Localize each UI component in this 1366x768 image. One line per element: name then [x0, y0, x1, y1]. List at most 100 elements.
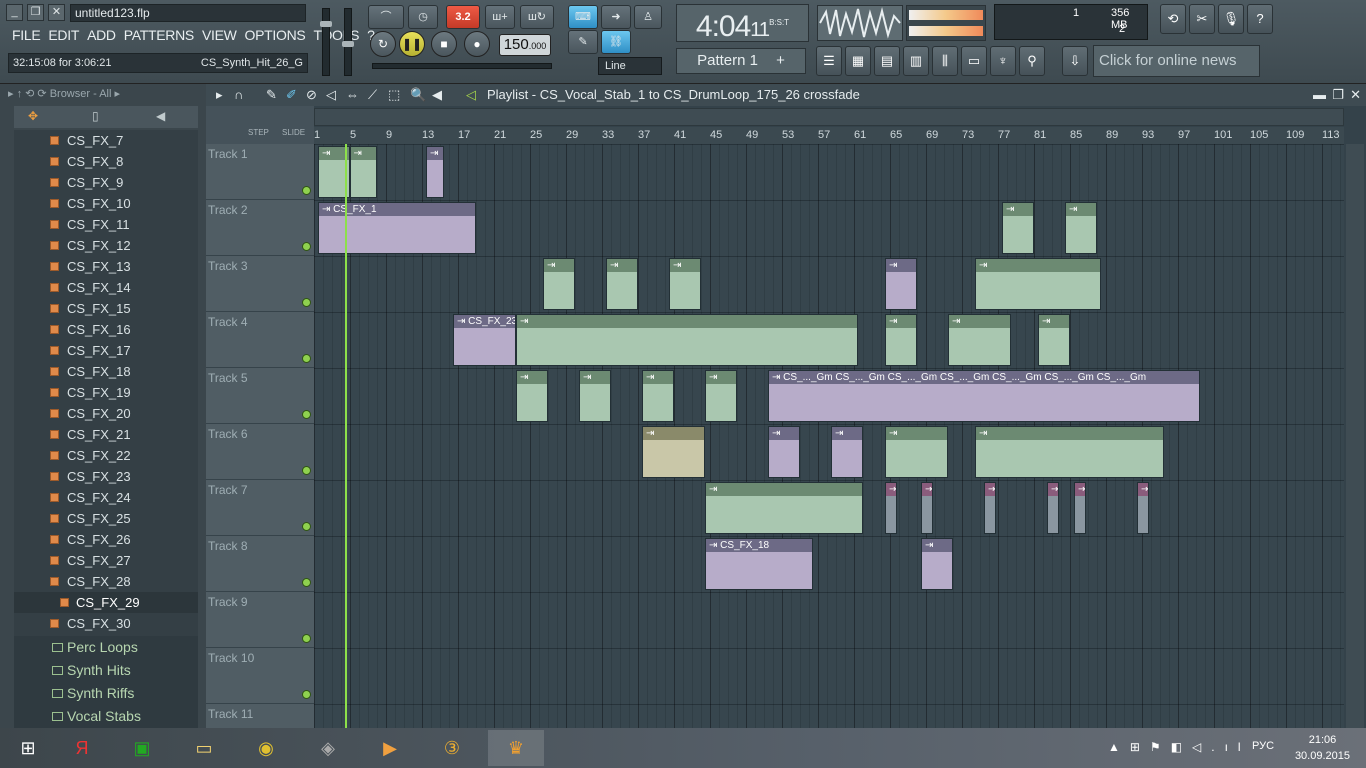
windows-start-icon[interactable]: ⊞: [0, 730, 56, 766]
plugin-icon[interactable]: ♆: [990, 46, 1016, 76]
playback-tool-icon[interactable]: ◀: [432, 84, 442, 106]
horizontal-scrollbar[interactable]: [314, 108, 1344, 126]
audio-clip[interactable]: ⇥: [921, 538, 953, 590]
close-icon[interactable]: ✕: [48, 4, 65, 21]
stop-icon[interactable]: ■: [431, 31, 457, 57]
select-tool-icon[interactable]: ⬚: [388, 84, 400, 106]
audio-clip[interactable]: ⇥: [975, 426, 1164, 478]
online-news-button[interactable]: Click for online news: [1093, 45, 1260, 77]
microphone-icon[interactable]: 🎙: [1218, 4, 1244, 34]
pause-icon[interactable]: ❚❚: [399, 31, 425, 57]
track-mute-led-icon[interactable]: [302, 186, 311, 195]
browser-item[interactable]: CS_FX_19: [14, 382, 198, 403]
audio-clip[interactable]: ⇥: [606, 258, 638, 310]
browser-folder[interactable]: Synth Hits: [14, 659, 198, 682]
browser-item[interactable]: CS_FX_26: [14, 529, 198, 550]
track-header[interactable]: Track 6: [206, 424, 314, 480]
audio-clip[interactable]: ⇥ CS_..._Gm CS_..._Gm CS_..._Gm CS_..._G…: [768, 370, 1200, 422]
browser-file-icon[interactable]: ▯: [92, 109, 99, 123]
audio-clip[interactable]: ⇥: [543, 258, 575, 310]
browser-item[interactable]: CS_FX_23: [14, 466, 198, 487]
piano-roll-icon[interactable]: ▤: [874, 46, 900, 76]
track-header[interactable]: Track 7: [206, 480, 314, 536]
stamp-icon[interactable]: ♙: [634, 5, 662, 29]
browser-item[interactable]: CS_FX_27: [14, 550, 198, 571]
master-pitch-slider[interactable]: [342, 8, 354, 76]
track-header[interactable]: Track 2: [206, 200, 314, 256]
playlist-minimize-icon[interactable]: ▬: [1313, 84, 1326, 106]
track-mute-led-icon[interactable]: [302, 522, 311, 531]
arrangement-grid[interactable]: ⇥ ⇥ ⇥ ⇥ CS_FX_1 ⇥ ⇥ ⇥ ⇥ ⇥ ⇥ ⇥ ⇥ CS_FX_23 ⇥…: [314, 144, 1344, 728]
record-icon[interactable]: ●: [464, 31, 490, 57]
audio-clip[interactable]: ⇥: [1038, 314, 1070, 366]
browser-folder[interactable]: Synth Riffs: [14, 682, 198, 705]
mixer-icon[interactable]: ⫼: [932, 46, 958, 76]
audio-clip[interactable]: ⇥: [984, 482, 996, 534]
audio-clip[interactable]: ⇥: [921, 482, 933, 534]
browser-icon[interactable]: ▭: [961, 46, 987, 76]
track-mute-led-icon[interactable]: [302, 242, 311, 251]
menu-add[interactable]: ADD: [83, 27, 120, 47]
browser-item[interactable]: CS_FX_10: [14, 193, 198, 214]
audio-clip[interactable]: ⇥: [1137, 482, 1149, 534]
browser-item[interactable]: CS_FX_21: [14, 424, 198, 445]
slice-tool-icon[interactable]: ⟋: [368, 84, 377, 106]
browser-item[interactable]: CS_FX_17: [14, 340, 198, 361]
browser-item[interactable]: CS_FX_24: [14, 487, 198, 508]
track-header[interactable]: Track 10: [206, 648, 314, 704]
timeline-ruler[interactable]: 1 5 9 13 17 21 25 29 33 37 41 45 49 53 57 61 65 69 73 77 81 8…: [314, 127, 1344, 144]
audio-clip[interactable]: ⇥: [705, 482, 863, 534]
browser-item[interactable]: CS_FX_7: [14, 130, 198, 151]
browser-item[interactable]: CS_FX_14: [14, 277, 198, 298]
add-pattern-button[interactable]: +: [776, 52, 785, 69]
browser-item[interactable]: CS_FX_15: [14, 298, 198, 319]
step-sequencer-icon[interactable]: ▥: [903, 46, 929, 76]
track-mute-led-icon[interactable]: [302, 634, 311, 643]
track-header[interactable]: Track 4: [206, 312, 314, 368]
audio-clip[interactable]: ⇥: [516, 370, 548, 422]
browser-item[interactable]: CS_FX_28: [14, 571, 198, 592]
browser-item[interactable]: CS_FX_8: [14, 151, 198, 172]
track-mute-led-icon[interactable]: [302, 466, 311, 475]
playlist-maximize-icon[interactable]: ❐: [1332, 84, 1344, 106]
track-mute-led-icon[interactable]: [302, 578, 311, 587]
cut-icon[interactable]: ✂: [1189, 4, 1215, 34]
playlist-menu-icon[interactable]: ▸: [216, 84, 223, 106]
browser-item[interactable]: CS_FX_9: [14, 172, 198, 193]
browser-folder[interactable]: Perc Loops: [14, 636, 198, 659]
record-loop-icon[interactable]: ↻: [370, 31, 396, 57]
playlist-close-icon[interactable]: ✕: [1350, 84, 1361, 106]
audio-clip[interactable]: ⇥: [1074, 482, 1086, 534]
zoom-tool-icon[interactable]: 🔍: [410, 84, 426, 106]
app-icon[interactable]: ③: [424, 730, 480, 766]
file-explorer-icon[interactable]: ▭: [176, 730, 232, 766]
audio-clip[interactable]: ⇥ CS_FX_23: [453, 314, 516, 366]
track-header[interactable]: Track 3: [206, 256, 314, 312]
menu-edit[interactable]: EDIT: [44, 27, 83, 47]
audio-clip[interactable]: ⇥: [885, 482, 897, 534]
restore-icon[interactable]: ❐: [27, 4, 44, 21]
playhead-line[interactable]: [345, 144, 347, 728]
channel-rack-icon[interactable]: ▦: [845, 46, 871, 76]
menu-options[interactable]: OPTIONS: [241, 27, 310, 47]
browser-item[interactable]: CS_FX_30: [14, 613, 198, 634]
help-icon[interactable]: ?: [1247, 4, 1273, 34]
master-volume-slider[interactable]: [320, 8, 332, 76]
audio-clip[interactable]: ⇥ CS_FX_18: [705, 538, 813, 590]
track-mute-led-icon[interactable]: [302, 410, 311, 419]
tempo-display[interactable]: 150.000: [499, 34, 551, 56]
browser-item[interactable]: CS_FX_22: [14, 445, 198, 466]
menu-file[interactable]: FILE: [8, 27, 44, 47]
audio-clip[interactable]: ⇥: [885, 314, 917, 366]
browser-item[interactable]: CS_FX_20: [14, 403, 198, 424]
menu-tools[interactable]: TOOLS: [309, 27, 363, 47]
audio-clip[interactable]: ⇥: [885, 258, 917, 310]
browser-item[interactable]: CS_FX_29: [14, 592, 198, 613]
yandex-browser-icon[interactable]: Я: [54, 730, 110, 766]
audio-clip[interactable]: ⇥: [831, 426, 863, 478]
pattern-song-toggle[interactable]: 3.2: [446, 5, 480, 29]
browser-filter-icon[interactable]: ✥: [28, 109, 38, 123]
audio-clip[interactable]: ⇥: [1047, 482, 1059, 534]
audio-clip[interactable]: ⇥: [1002, 202, 1034, 254]
audio-clip[interactable]: ⇥: [642, 370, 674, 422]
